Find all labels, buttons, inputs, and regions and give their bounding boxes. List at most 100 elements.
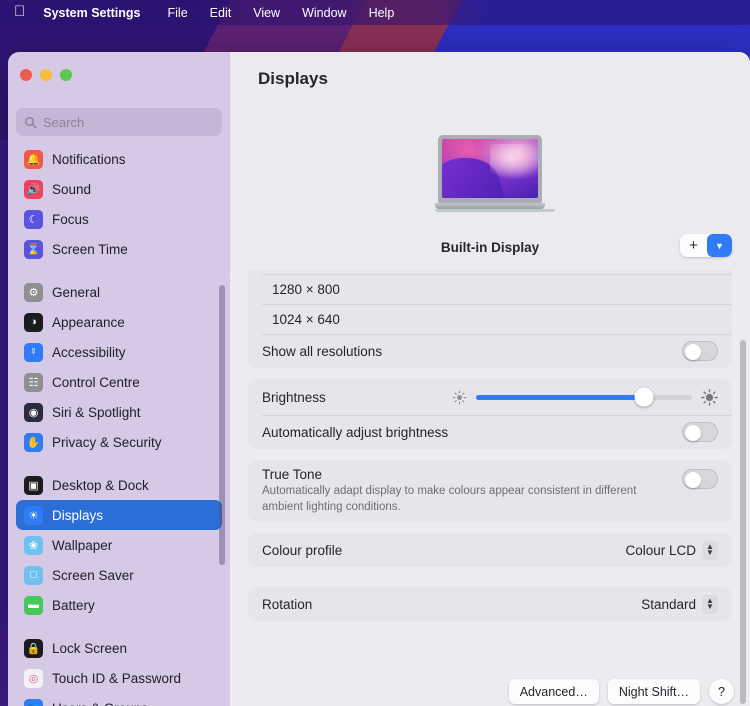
sidebar-item-accessibility[interactable]: ☿ Accessibility <box>16 337 222 367</box>
night-shift-button[interactable]: Night Shift… <box>607 679 700 704</box>
sidebar-group-separator <box>8 457 230 470</box>
add-display-button[interactable]: + <box>680 234 707 257</box>
auto-brightness-row[interactable]: Automatically adjust brightness <box>248 415 732 449</box>
sidebar-item-battery[interactable]: ▬ Battery <box>16 590 222 620</box>
menu-item-file[interactable]: File <box>157 6 199 20</box>
desktop-dock-icon: ▣ <box>24 475 43 495</box>
lock-screen-icon: 🔒 <box>24 638 43 658</box>
search-field[interactable] <box>16 108 222 136</box>
laptop-screen <box>442 139 538 198</box>
general-gear-icon: ⚙ <box>24 282 43 302</box>
control-centre-icon: ☷ <box>24 372 43 392</box>
sidebar-item-appearance[interactable]: ◑ Appearance <box>16 307 222 337</box>
brightness-slider-track[interactable] <box>476 387 692 407</box>
sidebar-item-label: Focus <box>52 211 89 227</box>
menu-item-help[interactable]: Help <box>358 6 406 20</box>
sidebar-item-label: Battery <box>52 597 95 613</box>
colour-profile-row[interactable]: Colour profile Colour LCD ▲ ▼ <box>248 533 732 567</box>
brightness-card: Brightness Automatically adjust brightne… <box>248 379 732 449</box>
sidebar-item-label: Appearance <box>52 314 125 330</box>
true-tone-text-group: True Tone Automatically adapt display to… <box>262 467 672 515</box>
built-in-display-illustration[interactable] <box>435 135 555 212</box>
auto-brightness-label: Automatically adjust brightness <box>262 424 449 440</box>
laptop-foot <box>435 209 555 212</box>
sidebar-item-sound[interactable]: 🔊 Sound <box>16 174 222 204</box>
show-all-resolutions-row[interactable]: Show all resolutions <box>248 334 732 368</box>
sidebar-group-separator <box>8 620 230 633</box>
help-button[interactable]: ? <box>709 679 734 704</box>
brightness-slider-group[interactable] <box>452 387 718 407</box>
sidebar-item-desktop-dock[interactable]: ▣ Desktop & Dock <box>16 470 222 500</box>
stepper-updown-icon[interactable]: ▲ ▼ <box>702 540 718 560</box>
sidebar-item-screen-saver[interactable]: □ Screen Saver <box>16 560 222 590</box>
display-name-label: Built-in Display <box>440 240 540 255</box>
sidebar-item-screen-time[interactable]: ⌛ Screen Time <box>16 234 222 264</box>
settings-scroll-area: 1440 × 900 (Default) 1280 × 800 1024 × 6… <box>230 262 750 706</box>
resolution-row[interactable]: 1024 × 640 <box>248 304 732 334</box>
bottom-button-bar: Advanced… Night Shift… ? <box>508 679 734 704</box>
true-tone-description: Automatically adapt display to make colo… <box>262 485 637 513</box>
rotation-card: Rotation Standard ▲ ▼ <box>248 587 732 622</box>
sidebar-item-label: Displays <box>52 507 104 523</box>
search-input[interactable] <box>43 114 214 130</box>
apple-logo-icon[interactable]:  <box>14 4 25 19</box>
auto-brightness-toggle[interactable] <box>682 422 718 442</box>
show-all-resolutions-label: Show all resolutions <box>262 343 383 359</box>
add-display-control[interactable]: + ▼ <box>680 234 732 257</box>
sidebar-item-users-groups[interactable]: 👥 Users & Groups <box>16 693 222 706</box>
menu-item-edit[interactable]: Edit <box>199 6 243 20</box>
true-tone-row[interactable]: True Tone Automatically adapt display to… <box>248 460 732 522</box>
colour-profile-popup[interactable]: Colour LCD ▲ ▼ <box>625 540 718 560</box>
sidebar-item-privacy-security[interactable]: ✋ Privacy & Security <box>16 427 222 457</box>
show-all-resolutions-toggle[interactable] <box>682 341 718 361</box>
sidebar-item-lock-screen[interactable]: 🔒 Lock Screen <box>16 633 222 663</box>
sidebar-item-label: Siri & Spotlight <box>52 404 141 420</box>
sidebar-item-label: Desktop & Dock <box>52 477 149 493</box>
stepper-updown-icon[interactable]: ▲ ▼ <box>702 594 718 614</box>
sidebar-item-label: Accessibility <box>52 344 126 360</box>
resolution-label: 1280 × 800 <box>272 281 340 297</box>
sidebar-scrollbar[interactable] <box>219 285 225 565</box>
toggle-knob <box>685 343 701 360</box>
rotation-popup[interactable]: Standard ▲ ▼ <box>641 594 718 614</box>
sidebar-item-notifications[interactable]: 🔔 Notifications <box>16 144 222 174</box>
sidebar-item-focus[interactable]: ☾ Focus <box>16 204 222 234</box>
accessibility-icon: ☿ <box>24 342 43 362</box>
brightness-low-icon <box>452 390 467 404</box>
screen-saver-icon: □ <box>24 565 43 585</box>
rotation-label: Rotation <box>262 596 313 612</box>
sidebar-item-siri-spotlight[interactable]: ◉ Siri & Spotlight <box>16 397 222 427</box>
advanced-button[interactable]: Advanced… <box>508 679 599 704</box>
main-panel: Displays Built-in Display + ▼ 1440 × 900… <box>230 52 750 706</box>
sidebar-item-label: Lock Screen <box>52 640 128 656</box>
toggle-knob <box>685 424 701 441</box>
zoom-button[interactable] <box>60 69 72 81</box>
main-scrollbar[interactable] <box>740 340 746 704</box>
colour-profile-label: Colour profile <box>262 542 343 558</box>
menu-item-window[interactable]: Window <box>291 6 357 20</box>
sidebar-item-touch-id-password[interactable]: ◎ Touch ID & Password <box>16 663 222 693</box>
minimise-button[interactable] <box>40 69 52 81</box>
menu-item-system-settings[interactable]: System Settings <box>43 6 156 20</box>
sidebar-item-general[interactable]: ⚙ General <box>16 277 222 307</box>
chevron-down-icon[interactable]: ▼ <box>707 234 732 257</box>
menu-item-view[interactable]: View <box>242 6 291 20</box>
sidebar-item-wallpaper[interactable]: ❀ Wallpaper <box>16 530 222 560</box>
sidebar-item-label: Notifications <box>52 151 126 167</box>
menu-bar:  System Settings File Edit View Window … <box>0 0 750 25</box>
true-tone-card: True Tone Automatically adapt display to… <box>248 460 732 523</box>
resolution-row[interactable]: 1280 × 800 <box>248 274 732 304</box>
sidebar-item-displays[interactable]: ☀ Displays <box>16 500 222 530</box>
search-icon <box>25 116 37 128</box>
brightness-slider-knob[interactable] <box>634 387 654 407</box>
screen-time-icon: ⌛ <box>24 239 43 259</box>
sidebar-item-control-centre[interactable]: ☷ Control Centre <box>16 367 222 397</box>
touch-id-icon: ◎ <box>24 668 43 688</box>
rotation-row[interactable]: Rotation Standard ▲ ▼ <box>248 587 732 621</box>
sidebar-item-label: Screen Time <box>52 241 128 257</box>
brightness-slider-fill <box>476 394 645 400</box>
sidebar-item-label: Privacy & Security <box>52 434 162 450</box>
close-button[interactable] <box>20 69 32 81</box>
true-tone-toggle[interactable] <box>682 469 718 489</box>
sidebar-item-label: Control Centre <box>52 374 140 390</box>
